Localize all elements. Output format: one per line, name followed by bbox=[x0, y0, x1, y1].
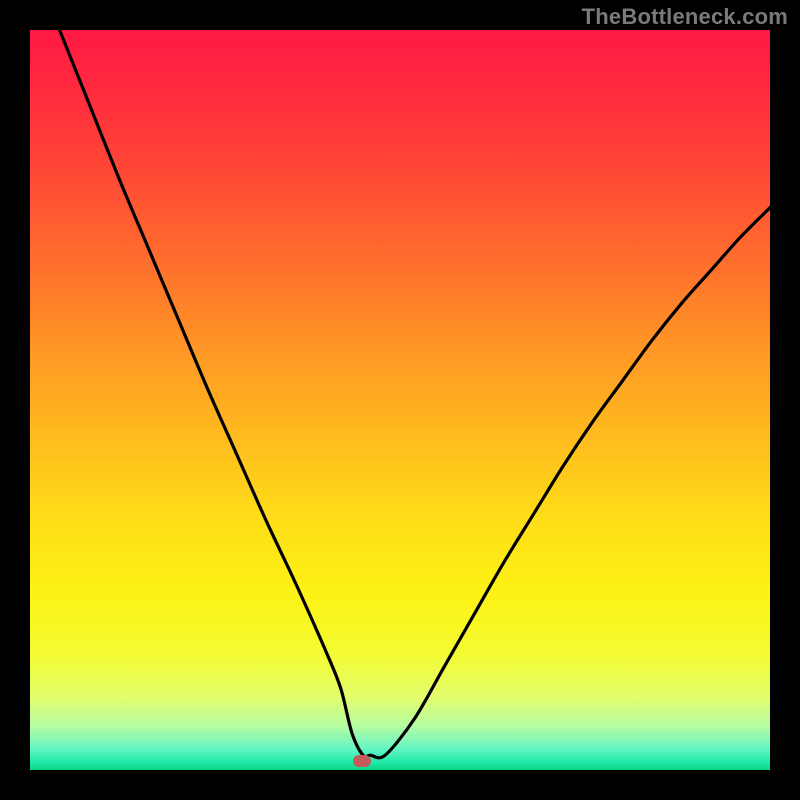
optimal-point-marker bbox=[353, 755, 371, 767]
plot-area bbox=[30, 30, 770, 770]
chart-container: TheBottleneck.com bbox=[0, 0, 800, 800]
bottleneck-curve bbox=[30, 30, 770, 770]
watermark-text: TheBottleneck.com bbox=[582, 4, 788, 30]
